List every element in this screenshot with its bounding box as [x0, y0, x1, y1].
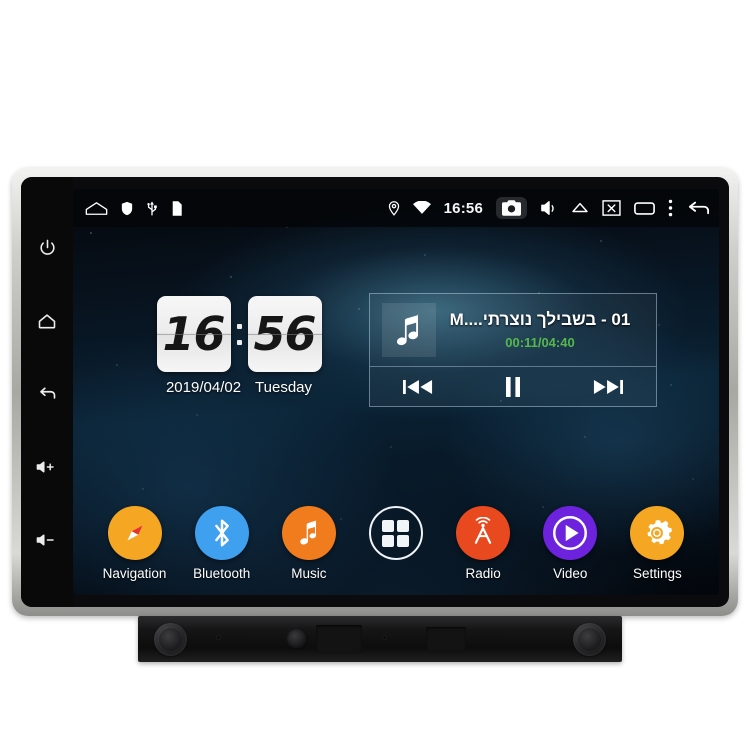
app-radio[interactable]: Radio [446, 506, 520, 581]
clock-weekday: Tuesday [255, 379, 313, 396]
bracket-port-right [426, 627, 466, 651]
volume-up-key[interactable] [34, 454, 60, 480]
eject-icon[interactable] [571, 201, 589, 215]
music-note-icon [281, 506, 336, 560]
recents-icon[interactable] [634, 201, 655, 216]
clock-date-row: 2019/04/02 Tuesday [149, 379, 329, 396]
clock-minutes-card: 56 [247, 296, 322, 372]
app-navigation[interactable]: Navigation [98, 506, 172, 581]
music-player-widget[interactable]: 01 - בשבילך נוצרתי....M 00:11/04:40 [369, 293, 657, 407]
power-key[interactable] [34, 235, 60, 261]
app-all-apps[interactable] [359, 506, 433, 566]
aux-jack [286, 628, 308, 650]
location-icon [388, 200, 400, 216]
back-icon[interactable] [686, 199, 711, 217]
volume-down-key[interactable] [34, 527, 60, 553]
clock-date: 2019/04/02 [165, 379, 242, 396]
home-indicator-icon [85, 201, 108, 216]
pause-button[interactable] [485, 372, 541, 402]
status-bar-clock: 16:56 [443, 199, 483, 217]
head-unit-device: 16:56 16 56 2019/04/02 Tuesday 01 - בשבי… [12, 168, 738, 616]
status-bar-left-group [85, 200, 183, 216]
flip-clock: 16 56 [149, 296, 329, 372]
app-label: Radio [465, 566, 501, 581]
track-info: 01 - בשבילך נוצרתי....M 00:11/04:40 [436, 310, 648, 350]
app-label: Bluetooth [193, 566, 251, 581]
screenshot-root: 16:56 16 56 2019/04/02 Tuesday 01 - בשבי… [0, 0, 750, 750]
music-note-icon [382, 303, 436, 357]
mute-icon[interactable] [540, 200, 558, 216]
mounting-bracket [138, 616, 622, 662]
grid-squares [382, 519, 410, 547]
clock-colon [236, 323, 242, 345]
app-label: Music [291, 566, 327, 581]
home-key[interactable] [34, 308, 60, 334]
back-key[interactable] [34, 381, 60, 407]
bracket-knob-left [154, 623, 187, 656]
compass-icon [107, 506, 162, 560]
app-dock: Navigation Bluetooth Music Radio Video S… [73, 506, 719, 581]
apps-grid-icon [368, 506, 423, 560]
next-track-button[interactable] [580, 372, 636, 402]
radio-tower-icon [456, 506, 511, 560]
play-circle-icon [543, 506, 598, 560]
clock-hours-card: 16 [156, 296, 231, 372]
wifi-icon [412, 201, 431, 215]
app-bluetooth[interactable]: Bluetooth [185, 506, 259, 581]
clock-minutes: 56 [253, 307, 316, 361]
usb-icon [146, 200, 158, 216]
app-label: Navigation [102, 566, 167, 581]
music-info-row: 01 - בשבילך נוצרתי....M 00:11/04:40 [370, 294, 656, 366]
gear-icon [630, 506, 685, 560]
music-controls-row [370, 366, 656, 407]
app-settings[interactable]: Settings [620, 506, 694, 581]
app-label: Settings [633, 566, 682, 581]
app-video[interactable]: Video [533, 506, 607, 581]
touchscreen[interactable]: 16:56 16 56 2019/04/02 Tuesday 01 - בשבי… [73, 189, 719, 595]
screenshot-icon[interactable] [496, 197, 527, 219]
hardware-key-column [21, 177, 73, 607]
app-label: Video [553, 566, 588, 581]
status-bar-right-group: 16:56 [388, 197, 711, 219]
overflow-menu-icon[interactable] [668, 199, 673, 217]
device-inner-frame: 16:56 16 56 2019/04/02 Tuesday 01 - בשבי… [21, 177, 729, 607]
shield-icon [121, 201, 133, 216]
bracket-knob-right [573, 623, 606, 656]
clock-widget[interactable]: 16 56 2019/04/02 Tuesday [149, 296, 329, 396]
track-time: 00:11/04:40 [505, 335, 575, 350]
bracket-pinhole-left [216, 635, 221, 640]
bracket-port-left [316, 625, 362, 653]
bracket-pinhole-right [382, 635, 387, 640]
sd-card-icon [171, 200, 183, 216]
clock-hours: 16 [162, 307, 225, 361]
status-bar: 16:56 [73, 189, 719, 227]
close-screen-icon[interactable] [602, 200, 621, 216]
app-music[interactable]: Music [272, 506, 346, 581]
bluetooth-icon [194, 506, 249, 560]
track-title: 01 - בשבילך נוצרתי....M [449, 310, 631, 329]
previous-track-button[interactable] [390, 372, 446, 402]
